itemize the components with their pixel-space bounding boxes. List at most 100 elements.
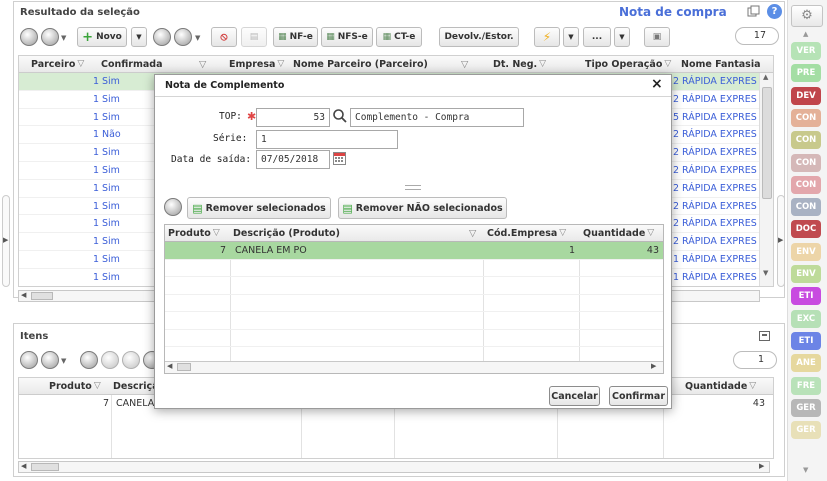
scroll-up-arrow-icon[interactable]: ▲ — [763, 73, 768, 81]
print-button[interactable]: ▤ — [241, 27, 267, 47]
sidebar-button-con[interactable]: CON — [791, 153, 821, 172]
confirm-button[interactable]: Confirmar — [609, 386, 668, 406]
search-icon[interactable] — [332, 108, 348, 124]
filter-icon[interactable]: ▽ — [199, 56, 211, 72]
sidebar-button-doc[interactable]: DOC — [791, 220, 821, 239]
sidebar-button-dev[interactable]: DEV — [791, 86, 821, 105]
itens-horizontal-scrollbar[interactable]: ◀ ▶ — [18, 461, 770, 473]
filter-icon[interactable]: ▽ — [469, 225, 481, 241]
sidebar-button-eti[interactable]: ETI — [791, 331, 821, 350]
filter-icon[interactable]: ▽ — [664, 59, 671, 69]
edit-item-button[interactable] — [80, 351, 98, 369]
calendar-icon[interactable] — [333, 152, 346, 165]
scroll-thumb[interactable] — [177, 363, 191, 371]
column-header-produto[interactable]: Produto ▽ — [49, 378, 111, 394]
filter-icon[interactable]: ▽ — [94, 381, 101, 391]
more-actions-dropdown[interactable]: ▼ — [614, 27, 630, 47]
sidebar-button-con[interactable]: CON — [791, 198, 821, 217]
sidebar-button-ane[interactable]: ANE — [791, 354, 821, 373]
column-header-descricao[interactable]: Descrição (Produto) — [233, 225, 483, 241]
remove-unselected-button[interactable]: ▤ Remover NÃO selecionados — [338, 197, 507, 219]
column-header-nome-parceiro[interactable]: Nome Parceiro (Parceiro) — [293, 56, 473, 72]
scroll-thumb[interactable] — [762, 87, 772, 199]
column-header-quantidade[interactable]: Quantidade ▽ — [685, 378, 771, 394]
cancel-circle-button[interactable] — [153, 28, 171, 46]
save-button[interactable]: ▣ — [644, 27, 670, 47]
grid-menu-button[interactable] — [20, 351, 38, 369]
column-header-nome-fantasia[interactable]: Nome Fantasia — [681, 56, 765, 72]
novo-button[interactable]: + Novo — [77, 27, 127, 47]
novo-dropdown-button[interactable]: ▼ — [131, 27, 147, 47]
scroll-down-arrow-icon[interactable]: ▼ — [763, 269, 768, 277]
scroll-left-arrow-icon[interactable]: ◀ — [21, 462, 26, 470]
chevron-down-icon[interactable]: ▼ — [61, 357, 66, 365]
column-header-confirmada[interactable]: Confirmada — [101, 56, 211, 72]
grid-vertical-scrollbar[interactable]: ▲ ▼ — [759, 73, 773, 286]
nfse-button[interactable]: ▦ NFS-e — [321, 27, 373, 47]
right-panel-toggle[interactable]: ▶ — [777, 195, 785, 287]
itens-page-counter[interactable]: 1 — [733, 351, 777, 369]
collapse-icon[interactable] — [759, 331, 770, 341]
column-header-tipo-operacao[interactable]: Tipo Operação ▽ — [585, 56, 679, 72]
filter-icon[interactable]: ▽ — [277, 59, 284, 69]
sidebar-button-con[interactable]: CON — [791, 175, 821, 194]
sidebar-button-fre[interactable]: FRE — [791, 376, 821, 395]
filter-icon[interactable]: ▽ — [559, 228, 566, 238]
table-row[interactable] — [165, 295, 663, 312]
add-item-button[interactable] — [101, 351, 119, 369]
nfe-button[interactable]: ▦ NF-e — [273, 27, 318, 47]
sidebar-button-con[interactable]: CON — [791, 108, 821, 127]
column-header-dt-neg[interactable]: Dt. Neg. ▽ — [493, 56, 573, 72]
scroll-left-arrow-icon[interactable]: ◀ — [167, 362, 172, 370]
sidebar-button-ger[interactable]: GER — [791, 398, 821, 417]
help-icon[interactable]: ? — [767, 4, 782, 19]
filter-icon[interactable]: ▽ — [647, 228, 654, 238]
left-panel-toggle[interactable]: ▶ — [2, 195, 10, 287]
remove-selected-button[interactable]: ▤ Remover selecionados — [187, 197, 331, 219]
filter-icon[interactable]: ▽ — [749, 381, 756, 391]
filter-icon[interactable]: ▽ — [539, 59, 546, 69]
filter-icon[interactable]: ▽ — [213, 228, 220, 238]
cancel-document-button[interactable]: ⦸ — [211, 27, 237, 47]
scroll-right-arrow-icon[interactable]: ▶ — [759, 462, 764, 470]
refresh-circle-button[interactable] — [174, 28, 192, 46]
table-row[interactable] — [165, 330, 663, 347]
grid-menu-button[interactable] — [20, 28, 38, 46]
sidebar-scroll-up-icon[interactable]: ▲ — [803, 30, 808, 38]
sidebar-button-eti[interactable]: ETI — [791, 287, 821, 306]
column-header-quantidade[interactable]: Quantidade ▽ — [583, 225, 663, 241]
settings-button[interactable]: ⚙ — [791, 5, 823, 27]
sidebar-button-env[interactable]: ENV — [791, 242, 821, 261]
copy-icon[interactable] — [747, 5, 761, 19]
sidebar-button-exc[interactable]: EXC — [791, 309, 821, 328]
remove-item-button[interactable] — [122, 351, 140, 369]
sidebar-button-env[interactable]: ENV — [791, 265, 821, 283]
sidebar-button-pre[interactable]: PRE — [791, 64, 821, 83]
scroll-thumb[interactable] — [31, 292, 53, 300]
scroll-right-arrow-icon[interactable]: ▶ — [651, 362, 656, 370]
serie-input[interactable]: 1 — [256, 130, 398, 149]
data-saida-input[interactable]: 07/05/2018 — [256, 150, 330, 169]
filter-icon[interactable]: ▽ — [77, 59, 84, 69]
sidebar-button-con[interactable]: CON — [791, 131, 821, 150]
devolucao-button[interactable]: Devolv./Estor. — [439, 27, 519, 47]
column-header-empresa[interactable]: Empresa ▽ — [229, 56, 291, 72]
product-grid-scrollbar[interactable]: ◀ ▶ — [165, 361, 663, 373]
cte-button[interactable]: ▦ CT-e — [376, 27, 422, 47]
chevron-down-icon[interactable]: ▼ — [195, 34, 200, 42]
filter-icon[interactable]: ▽ — [461, 56, 473, 72]
cancel-button[interactable]: Cancelar — [549, 386, 600, 406]
table-row[interactable] — [165, 312, 663, 330]
column-header-produto[interactable]: Produto ▽ — [168, 225, 230, 241]
lightning-dropdown-button[interactable]: ▼ — [563, 27, 579, 47]
chevron-down-icon[interactable]: ▼ — [61, 34, 66, 42]
table-row[interactable] — [165, 277, 663, 295]
splitter-handle[interactable] — [405, 185, 421, 190]
page-counter[interactable]: 17 — [735, 27, 779, 45]
grid-menu-button[interactable] — [164, 198, 182, 216]
clone-button[interactable] — [41, 28, 59, 46]
more-actions-button[interactable]: ... — [583, 27, 611, 47]
column-header-cod-empresa[interactable]: Cód.Empresa ▽ — [487, 225, 579, 241]
scroll-left-arrow-icon[interactable]: ◀ — [21, 291, 26, 299]
table-row[interactable] — [165, 260, 663, 277]
